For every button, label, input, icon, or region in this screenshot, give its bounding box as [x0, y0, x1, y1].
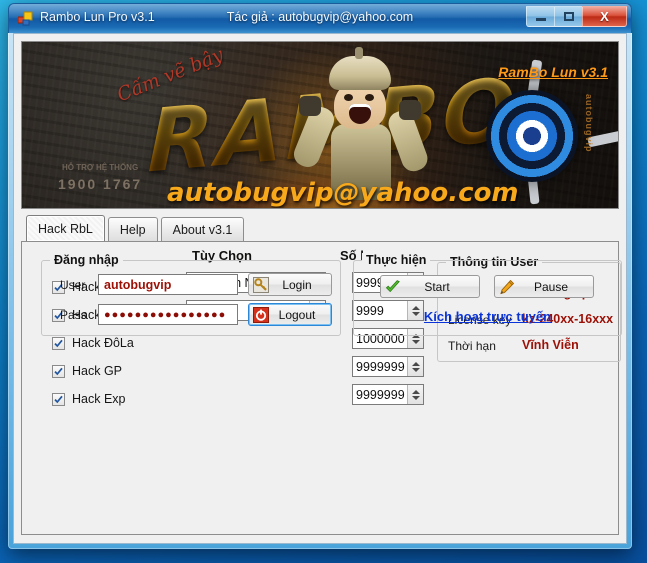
- label-hack-exp: Hack Exp: [72, 392, 126, 406]
- maximize-icon: [563, 12, 574, 21]
- window-controls: X: [526, 6, 627, 27]
- key-icon: [253, 276, 269, 293]
- logout-button-label: Logout: [278, 307, 316, 322]
- checkbox-hack-exp[interactable]: [52, 392, 65, 406]
- client-area: Cấm vẽ bậy RAMBO autobugvip RamBo Lun v3…: [13, 33, 627, 544]
- app-icon: [17, 11, 33, 26]
- hotline-label: HỖ TRỢ HỆ THỐNG: [62, 163, 139, 173]
- chevron-down-icon: [411, 367, 420, 372]
- maximize-button[interactable]: [554, 6, 582, 27]
- minimize-icon: [535, 18, 546, 21]
- title-bar[interactable]: Rambo Lun Pro v3.1 Tác giả : autobugvip@…: [8, 3, 632, 33]
- tab-help[interactable]: Help: [107, 217, 158, 241]
- tab-strip: Hack RbL Help About v3.1: [26, 215, 620, 241]
- login-pass-value: ●●●●●●●●●●●●●●●●: [104, 308, 227, 321]
- login-button-label: Login: [282, 277, 312, 292]
- login-button[interactable]: Login: [248, 273, 332, 296]
- application-window: Rambo Lun Pro v3.1 Tác giả : autobugvip@…: [8, 3, 632, 549]
- tab-about[interactable]: About v3.1: [160, 217, 245, 241]
- login-user-value: autobugvip: [104, 277, 172, 292]
- logout-button[interactable]: Logout: [248, 303, 332, 326]
- close-button[interactable]: X: [582, 6, 627, 27]
- chevron-down-icon: [411, 395, 420, 400]
- target-icon: [486, 90, 578, 182]
- quantity-value-hack-exp: 9999999: [356, 387, 405, 402]
- tab-page-hack-rbl: Tùy Chọn Số lượng Hack Vật Phẩm Thẻ Kinh…: [21, 241, 622, 535]
- execute-title: Thực hiện: [362, 253, 431, 267]
- quantity-hack-exp[interactable]: 9999999: [352, 384, 424, 405]
- start-button[interactable]: Start: [380, 275, 480, 298]
- hotline-number: 1900 1767: [58, 175, 143, 192]
- banner-version-label: RamBo Lun v3.1: [498, 64, 608, 80]
- character-left-eye: [344, 94, 353, 101]
- chevron-up-icon: [411, 389, 420, 394]
- row-hack-gp: Hack GP: [52, 358, 122, 384]
- pause-button[interactable]: Pause: [494, 275, 594, 298]
- banner-image: Cấm vẽ bậy RAMBO autobugvip RamBo Lun v3…: [21, 41, 619, 209]
- character-right-eye: [365, 94, 374, 101]
- login-pass-label: Pass: [60, 308, 87, 322]
- login-user-label: User: [60, 278, 86, 292]
- character-right-glove: [399, 100, 421, 120]
- power-icon: [253, 306, 269, 323]
- activate-online-link[interactable]: Kích hoạt trực tuyến: [424, 309, 551, 324]
- banner-hotline: HỖ TRỢ HỆ THỐNG 1900 1767: [58, 162, 142, 194]
- banner-watermark: autobugvip@yahoo.com: [167, 178, 519, 208]
- chevron-up-icon: [411, 361, 420, 366]
- execute-group: Thực hiện Start Pause Kích hoạt trực tuy…: [353, 253, 622, 336]
- bottom-panels: Đăng nhập User autobugvip Pass ●●●●●●●●●…: [23, 250, 622, 342]
- login-user-input[interactable]: autobugvip: [98, 274, 238, 295]
- label-hack-gp: Hack GP: [72, 364, 123, 378]
- quantity-value-hack-gp: 9999999: [356, 359, 405, 374]
- minimize-button[interactable]: [526, 6, 554, 27]
- login-title: Đăng nhập: [50, 253, 123, 267]
- window-title: Rambo Lun Pro v3.1: [40, 10, 155, 24]
- banner-vertical-text: autobugvip: [584, 94, 594, 153]
- login-group: Đăng nhập User autobugvip Pass ●●●●●●●●●…: [41, 253, 341, 336]
- green-check-icon: [385, 279, 401, 295]
- tab-hack-rbl[interactable]: Hack RbL: [26, 215, 105, 241]
- quantity-spinner-hack-exp[interactable]: [407, 385, 423, 404]
- window-author-text: Tác giả : autobugvip@yahoo.com: [226, 10, 414, 24]
- quantity-hack-gp[interactable]: 9999999: [352, 356, 424, 377]
- checkbox-hack-gp[interactable]: [52, 364, 65, 378]
- login-pass-input[interactable]: ●●●●●●●●●●●●●●●●: [98, 304, 238, 325]
- character-left-glove: [299, 96, 321, 116]
- pencil-icon: [499, 279, 515, 295]
- start-button-label: Start: [424, 279, 450, 294]
- pause-button-label: Pause: [533, 279, 569, 294]
- row-hack-exp: Hack Exp: [52, 386, 126, 412]
- character-helmet: [329, 47, 391, 90]
- quantity-spinner-hack-gp[interactable]: [407, 357, 423, 376]
